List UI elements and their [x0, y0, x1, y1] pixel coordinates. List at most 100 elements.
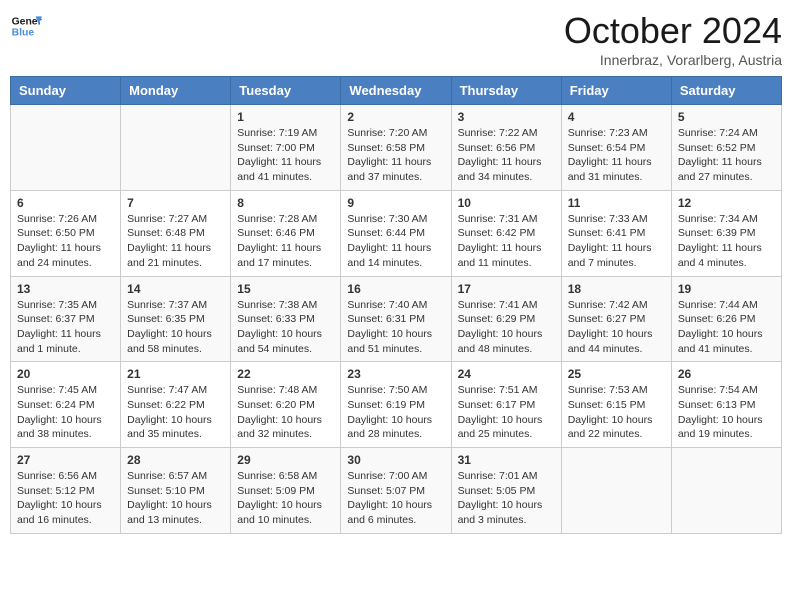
day-number: 5: [678, 110, 775, 124]
sunrise-text: Sunrise: 7:47 AM: [127, 384, 207, 396]
calendar-cell: 12 Sunrise: 7:34 AM Sunset: 6:39 PM Dayligh…: [671, 190, 781, 276]
sunset-text: Sunset: 6:20 PM: [237, 399, 315, 411]
day-number: 23: [347, 367, 444, 381]
sunset-text: Sunset: 6:37 PM: [17, 313, 95, 325]
cell-content: Sunrise: 7:23 AMSunset: 6:54 PMDaylight:…: [568, 126, 665, 185]
sunset-text: Sunset: 6:39 PM: [678, 227, 756, 239]
day-number: 24: [458, 367, 555, 381]
cell-content: Sunrise: 7:20 AMSunset: 6:58 PMDaylight:…: [347, 126, 444, 185]
day-number: 12: [678, 196, 775, 210]
cell-content: Sunrise: 7:37 AMSunset: 6:35 PMDaylight:…: [127, 298, 224, 357]
sunset-text: Sunset: 6:24 PM: [17, 399, 95, 411]
day-number: 2: [347, 110, 444, 124]
cell-content: Sunrise: 7:28 AMSunset: 6:46 PMDaylight:…: [237, 212, 334, 271]
calendar-cell: 18Sunrise: 7:42 AMSunset: 6:27 PMDayligh…: [561, 276, 671, 362]
calendar-table: Sunday Monday Tuesday Wednesday Thursday…: [10, 76, 782, 534]
calendar-cell: [121, 105, 231, 191]
sunset-text: Sunset: 6:44 PM: [347, 227, 425, 239]
daylight-text: Daylight: 10 hours and 41 minutes.: [678, 328, 763, 355]
sunrise-text: Sunrise: 7:41 AM: [458, 299, 538, 311]
sunset-text: Sunset: 7:00 PM: [237, 142, 315, 154]
daylight-text: Daylight: 10 hours and 38 minutes.: [17, 414, 102, 441]
cell-content: Sunrise: 7:19 AMSunset: 7:00 PMDaylight:…: [237, 126, 334, 185]
calendar-cell: 21 Sunrise: 7:47 AMSunset: 6:22 PMDayligh…: [121, 362, 231, 448]
cell-content: Sunrise: 7:54 AMSunset: 6:13 PMDaylight:…: [678, 383, 775, 442]
sunrise-text: Sunrise: 7:22 AM: [458, 127, 538, 139]
calendar-week-1: 1Sunrise: 7:19 AMSunset: 7:00 PMDaylight…: [11, 105, 782, 191]
day-number: 31: [458, 453, 555, 467]
calendar-cell: 28Sunrise: 6:57 AMSunset: 5:10 PMDayligh…: [121, 448, 231, 534]
sunrise-text: Sunrise: 7:24 AM: [678, 127, 758, 139]
daylight-text: Daylight: 10 hours and 25 minutes.: [458, 414, 543, 441]
day-number: 8: [237, 196, 334, 210]
title-section: October 2024 Innerbraz, Vorarlberg, Aust…: [564, 10, 782, 68]
sunrise-text: Sunrise: 7:54 AM: [678, 384, 758, 396]
sunset-text: Sunset: 6:42 PM: [458, 227, 536, 239]
day-number: 19: [678, 282, 775, 296]
daylight-text: Daylight: 11 hours and 17 minutes.: [237, 242, 321, 269]
location-subtitle: Innerbraz, Vorarlberg, Austria: [564, 52, 782, 68]
daylight-text: Daylight: 11 hours and 4 minutes.: [678, 242, 762, 269]
day-number: 17: [458, 282, 555, 296]
calendar-cell: 16Sunrise: 7:40 AMSunset: 6:31 PMDayligh…: [341, 276, 451, 362]
calendar-cell: 24Sunrise: 7:51 AMSunset: 6:17 PMDayligh…: [451, 362, 561, 448]
sunrise-text: Sunrise: 7:01 AM: [458, 470, 538, 482]
sunset-text: Sunset: 6:50 PM: [17, 227, 95, 239]
sunrise-text: Sunrise: 7:00 AM: [347, 470, 427, 482]
sunset-text: Sunset: 6:33 PM: [237, 313, 315, 325]
daylight-text: Daylight: 11 hours and 27 minutes.: [678, 156, 762, 183]
calendar-week-2: 6Sunrise: 7:26 AMSunset: 6:50 PMDaylight…: [11, 190, 782, 276]
daylight-text: Daylight: 10 hours and 6 minutes.: [347, 499, 432, 526]
sunrise-text: Sunrise: 7:26 AM: [17, 213, 97, 225]
day-number: 30: [347, 453, 444, 467]
sunrise-text: Sunrise: 7:40 AM: [347, 299, 427, 311]
sunrise-text: Sunrise: 7:34 AM: [678, 213, 758, 225]
calendar-cell: 7Sunrise: 7:27 AMSunset: 6:48 PMDaylight…: [121, 190, 231, 276]
cell-content: Sunrise: 7:33 AMSunset: 6:41 PMDaylight:…: [568, 212, 665, 271]
calendar-cell: [671, 448, 781, 534]
daylight-text: Daylight: 10 hours and 48 minutes.: [458, 328, 543, 355]
sunrise-text: Sunrise: 7:45 AM: [17, 384, 97, 396]
day-number: 26: [678, 367, 775, 381]
day-number: 13: [17, 282, 114, 296]
daylight-text: Daylight: 10 hours and 44 minutes.: [568, 328, 653, 355]
sunrise-text: Sunrise: 7:42 AM: [568, 299, 648, 311]
daylight-text: Daylight: 10 hours and 54 minutes.: [237, 328, 322, 355]
calendar-cell: 8 Sunrise: 7:28 AMSunset: 6:46 PMDaylight…: [231, 190, 341, 276]
sunrise-text: Sunrise: 7:50 AM: [347, 384, 427, 396]
sunrise-text: Sunrise: 6:58 AM: [237, 470, 317, 482]
cell-content: Sunrise: 7:45 AM Sunset: 6:24 PM Daylight:…: [17, 383, 114, 442]
header-tuesday: Tuesday: [231, 77, 341, 105]
calendar-cell: 2 Sunrise: 7:20 AMSunset: 6:58 PMDaylight…: [341, 105, 451, 191]
sunset-text: Sunset: 6:46 PM: [237, 227, 315, 239]
sunset-text: Sunset: 6:56 PM: [458, 142, 536, 154]
cell-content: Sunrise: 7:22 AMSunset: 6:56 PMDaylight:…: [458, 126, 555, 185]
day-number: 27: [17, 453, 114, 467]
day-number: 9: [347, 196, 444, 210]
cell-content: Sunrise: 6:58 AMSunset: 5:09 PMDaylight:…: [237, 469, 334, 528]
daylight-text: Daylight: 11 hours and 24 minutes.: [17, 242, 101, 269]
sunset-text: Sunset: 6:19 PM: [347, 399, 425, 411]
day-number: 21: [127, 367, 224, 381]
day-number: 20: [17, 367, 114, 381]
calendar-cell: 19 Sunrise: 7:44 AMSunset: 6:26 PMDayligh…: [671, 276, 781, 362]
cell-content: Sunrise: 7:44 AMSunset: 6:26 PMDaylight:…: [678, 298, 775, 357]
cell-content: Sunrise: 7:41 AMSunset: 6:29 PMDaylight:…: [458, 298, 555, 357]
calendar-cell: 5Sunrise: 7:24 AMSunset: 6:52 PMDaylight…: [671, 105, 781, 191]
cell-content: Sunrise: 7:35 AMSunset: 6:37 PMDaylight:…: [17, 298, 114, 357]
daylight-text: Daylight: 10 hours and 28 minutes.: [347, 414, 432, 441]
calendar-cell: 6Sunrise: 7:26 AMSunset: 6:50 PMDaylight…: [11, 190, 121, 276]
logo-icon: General Blue: [10, 10, 42, 42]
calendar-cell: 13Sunrise: 7:35 AMSunset: 6:37 PMDayligh…: [11, 276, 121, 362]
sunset-text: Sunset: 6:54 PM: [568, 142, 646, 154]
cell-content: Sunrise: 7:40 AMSunset: 6:31 PMDaylight:…: [347, 298, 444, 357]
day-number: 10: [458, 196, 555, 210]
cell-content: Sunrise: 7:47 AMSunset: 6:22 PMDaylight:…: [127, 383, 224, 442]
calendar-cell: [11, 105, 121, 191]
calendar-cell: 31Sunrise: 7:01 AMSunset: 5:05 PMDayligh…: [451, 448, 561, 534]
logo: General Blue General Blue: [10, 10, 42, 42]
calendar-cell: 26 Sunrise: 7:54 AMSunset: 6:13 PMDayligh…: [671, 362, 781, 448]
daylight-text: Daylight: 10 hours and 35 minutes.: [127, 414, 212, 441]
sunrise-text: Sunrise: 7:35 AM: [17, 299, 97, 311]
day-number: 22: [237, 367, 334, 381]
